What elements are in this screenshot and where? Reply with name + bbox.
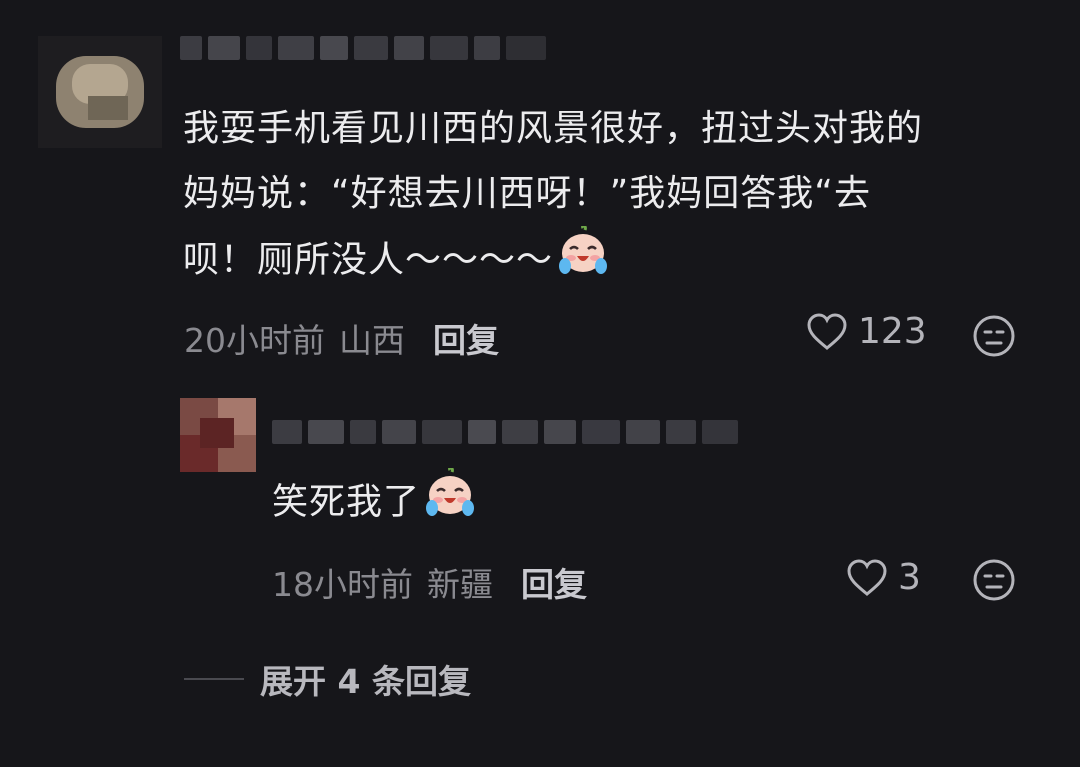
reply-like-button[interactable]: 3 xyxy=(846,557,921,598)
reply-username-blurred[interactable] xyxy=(272,412,738,452)
like-count: 123 xyxy=(858,311,927,352)
reply-time: 18小时前 xyxy=(272,565,413,604)
comment-text[interactable]: 我耍手机看见川西的风景很好，扭过头对我的 妈妈说：“好想去川西呀！”我妈回答我“… xyxy=(183,96,923,297)
dislike-face-icon[interactable] xyxy=(972,314,1016,358)
comment-line-last: 呗！厕所没人～～～～ xyxy=(183,224,923,297)
reply-reply-button[interactable]: 回复 xyxy=(521,558,587,606)
divider-line xyxy=(184,678,244,680)
crying-laughing-sticker-icon xyxy=(557,224,609,297)
crying-laughing-sticker-icon xyxy=(424,466,476,539)
reply-location: 新疆 xyxy=(427,565,493,604)
like-button[interactable]: 123 xyxy=(806,311,927,352)
expand-replies-button[interactable]: 展开 4 条回复 xyxy=(184,655,471,703)
heart-icon xyxy=(847,558,887,596)
comment-thread: 我耍手机看见川西的风景很好，扭过头对我的 妈妈说：“好想去川西呀！”我妈回答我“… xyxy=(0,0,1080,767)
comment-time: 20小时前 xyxy=(184,321,325,360)
reply-meta: 18小时前 新疆 回复 xyxy=(272,558,587,606)
avatar[interactable] xyxy=(38,36,162,148)
reply-button[interactable]: 回复 xyxy=(433,314,499,362)
comment-meta: 20小时前 山西 回复 xyxy=(184,314,499,362)
reply-text-content: 笑死我了 xyxy=(272,481,421,523)
comment-location: 山西 xyxy=(339,321,405,360)
expand-replies-label: 展开 4 条回复 xyxy=(260,662,471,701)
comment-line: 我耍手机看见川西的风景很好，扭过头对我的 xyxy=(183,108,924,149)
comment-line: 妈妈说：“好想去川西呀！”我妈回答我“去 xyxy=(183,173,871,214)
dislike-face-icon[interactable] xyxy=(972,558,1016,602)
reply-avatar[interactable] xyxy=(180,398,256,472)
heart-icon xyxy=(807,312,847,350)
username-blurred[interactable] xyxy=(180,28,546,68)
reply-like-count: 3 xyxy=(898,557,921,598)
reply-text[interactable]: 笑死我了 xyxy=(272,466,476,539)
